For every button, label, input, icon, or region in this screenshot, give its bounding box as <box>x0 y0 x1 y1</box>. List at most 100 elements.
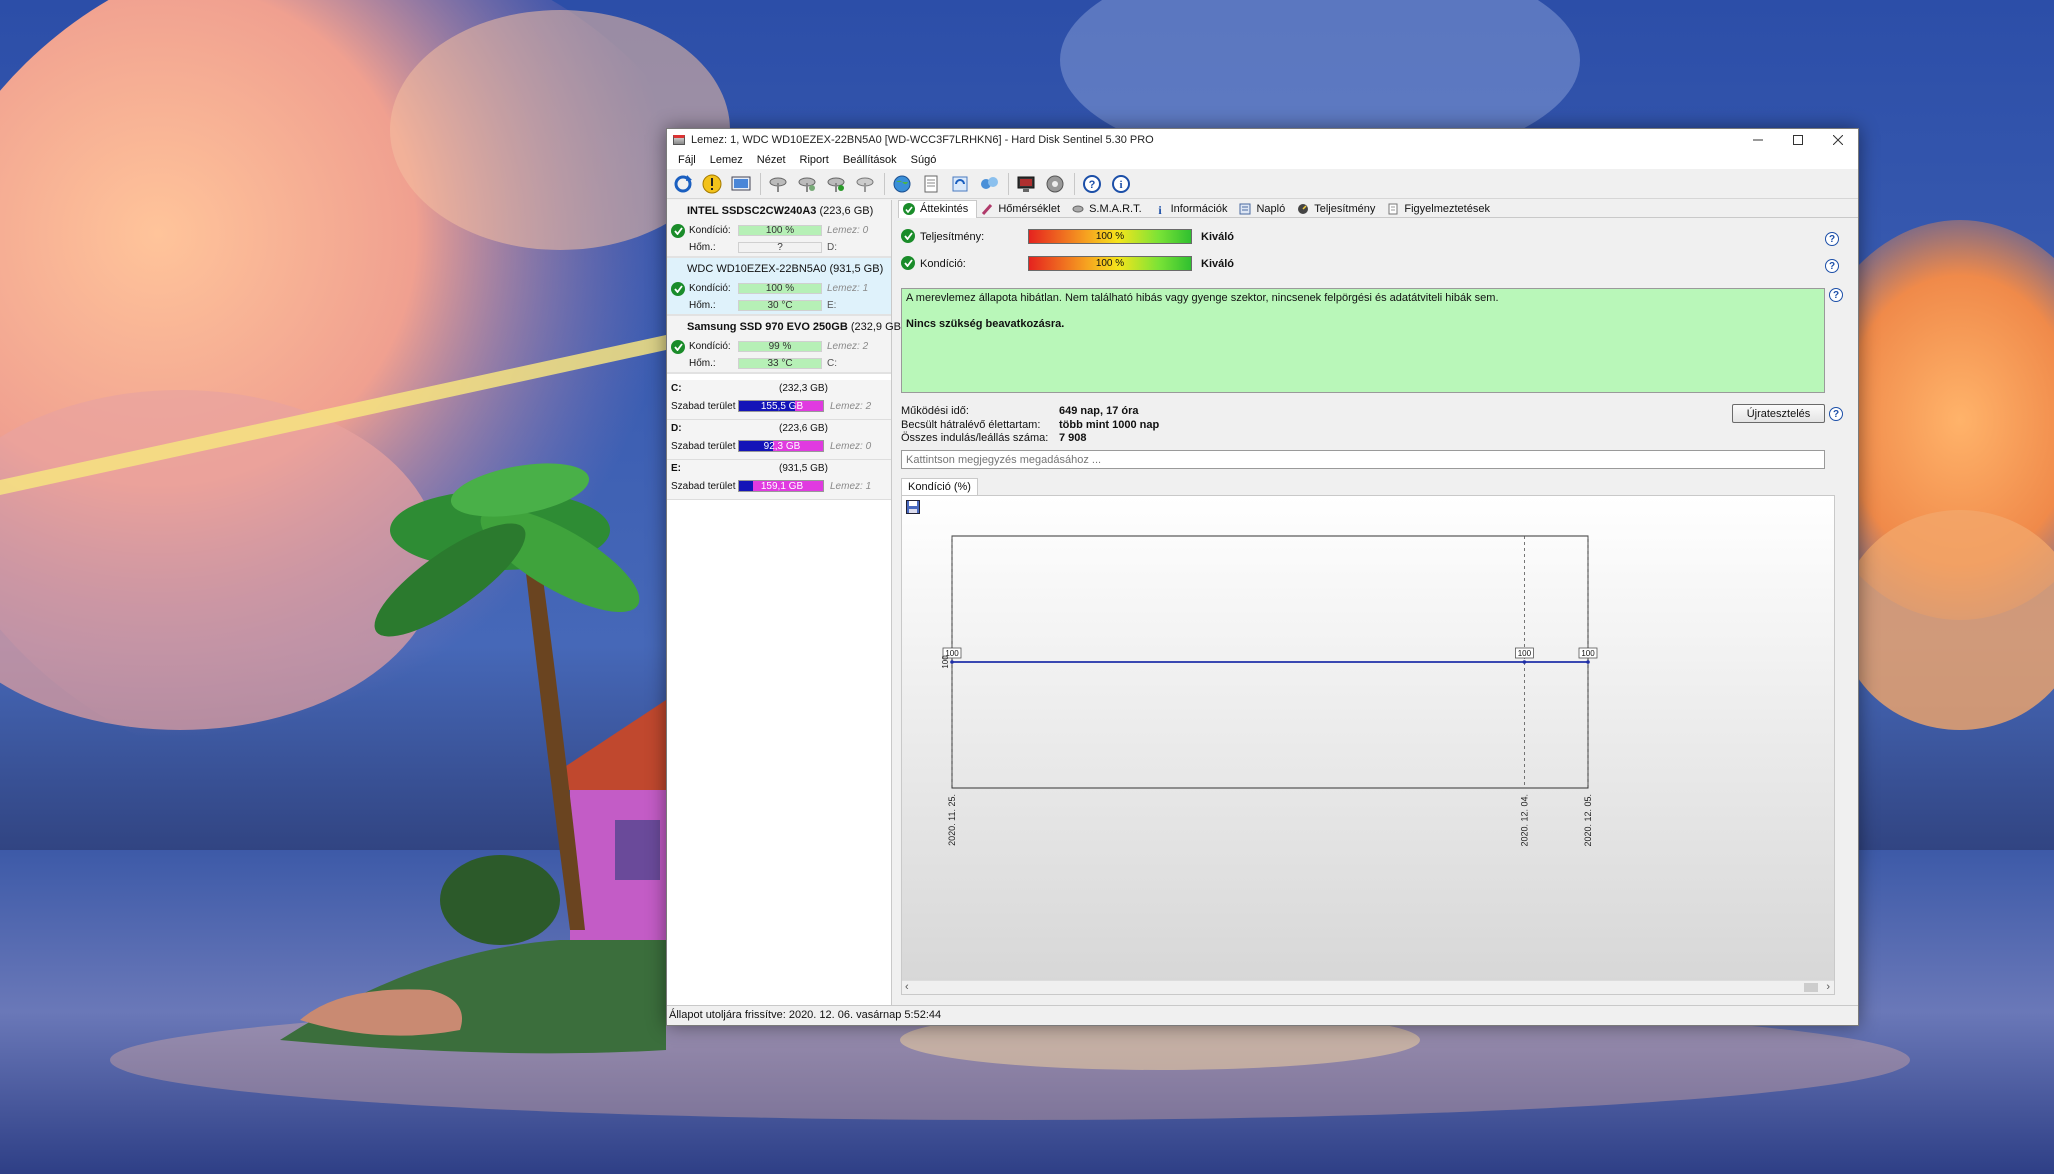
toolbar-separator <box>1008 172 1009 195</box>
check-icon <box>671 340 685 354</box>
volume-letter: D: <box>671 423 682 434</box>
disk-title: Samsung SSD 970 EVO 250GB (232,9 GB) <box>687 321 905 333</box>
volume-disk-ref: Lemez: 1 <box>830 481 872 492</box>
free-space-label: Szabad terület <box>671 481 736 492</box>
svg-text:?: ? <box>1089 179 1096 191</box>
globe-icon <box>893 175 911 192</box>
volume-item-e[interactable]: E: (931,5 GB) Szabad terület 159,1 GB Le… <box>667 460 891 500</box>
health-bar: 99 % <box>738 341 822 352</box>
volume-item-c[interactable]: C: (232,3 GB) Szabad terület 155,5 GB Le… <box>667 380 891 420</box>
help-icon[interactable]: ? <box>1825 232 1839 246</box>
warning-icon <box>702 174 722 193</box>
horizontal-scrollbar[interactable]: ‹ › <box>902 980 1834 994</box>
alert-button[interactable] <box>700 172 724 196</box>
tab-log[interactable]: Napló <box>1235 200 1293 218</box>
hard-disk-sentinel-window: Lemez: 1, WDC WD10EZEX-22BN5A0 [WD-WCC3F… <box>666 128 1859 1026</box>
menu-file[interactable]: Fájl <box>671 154 703 166</box>
disk-ref: Lemez: 0 <box>827 225 869 236</box>
help-icon[interactable]: ? <box>1829 288 1843 302</box>
health-label: Kondíció: <box>689 225 731 236</box>
title-bar[interactable]: Lemez: 1, WDC WD10EZEX-22BN5A0 [WD-WCC3F… <box>667 129 1858 151</box>
disk-item-wdc[interactable]: WDC WD10EZEX-22BN5A0 (931,5 GB) Kondíció… <box>667 258 891 316</box>
network-button[interactable] <box>977 172 1001 196</box>
surface-test-button[interactable] <box>795 172 819 196</box>
performance-rating: Kiváló <box>1201 231 1235 243</box>
performance-bar: 100 % <box>1028 229 1192 244</box>
minimize-button[interactable] <box>1738 129 1778 151</box>
volume-size: (232,3 GB) <box>779 383 828 394</box>
data-point <box>950 660 954 664</box>
volume-size: (223,6 GB) <box>779 423 828 434</box>
health-chart: 100 2020. 11. 25. 100 2020. 12. 04. 100 2020.… <box>941 535 1598 847</box>
close-button[interactable] <box>1818 129 1858 151</box>
monitor-icon <box>731 176 751 190</box>
status-bar: Állapot utoljára frissítve: 2020. 12. 06… <box>667 1005 1858 1025</box>
volume-disk-ref: Lemez: 0 <box>830 441 872 452</box>
info-icon: i <box>1154 203 1166 215</box>
disk-check-icon <box>827 177 845 192</box>
disk-test-button[interactable] <box>766 172 790 196</box>
report-button[interactable] <box>729 172 753 196</box>
chart-tab-health[interactable]: Kondíció (%) <box>901 478 978 496</box>
document-icon <box>924 175 938 192</box>
menu-view[interactable]: Nézet <box>750 154 793 166</box>
about-button[interactable]: i <box>1109 172 1133 196</box>
free-space-label: Szabad terület <box>671 441 736 452</box>
help-button[interactable]: ? <box>1080 172 1104 196</box>
disk-list-panel: INTEL SSDSC2CW240A3 (223,6 GB) Kondíció:… <box>667 200 905 1005</box>
disk-title: WDC WD10EZEX-22BN5A0 (931,5 GB) <box>687 263 883 275</box>
save-chart-button[interactable] <box>906 500 920 517</box>
menu-disk[interactable]: Lemez <box>703 154 750 166</box>
scroll-thumb[interactable] <box>1804 983 1818 992</box>
options-button[interactable] <box>1043 172 1067 196</box>
power-on-label: Működési idő: <box>901 405 969 417</box>
drive-letter: E: <box>827 300 837 311</box>
disk-name: INTEL SSDSC2CW240A3 <box>687 205 817 217</box>
disk-item-intel[interactable]: INTEL SSDSC2CW240A3 (223,6 GB) Kondíció:… <box>667 200 891 258</box>
disk-title: INTEL SSDSC2CW240A3 (223,6 GB) <box>687 205 873 217</box>
tab-overview[interactable]: Áttekintés <box>898 199 978 218</box>
menu-report[interactable]: Riport <box>793 154 836 166</box>
monitor-settings-button[interactable] <box>1014 172 1038 196</box>
scroll-left-icon[interactable]: ‹ <box>905 981 909 993</box>
save-icon <box>906 500 920 514</box>
tab-performance[interactable]: Teljesítmény <box>1293 200 1383 218</box>
menu-help[interactable]: Súgó <box>904 154 944 166</box>
tab-information[interactable]: i Információk <box>1150 200 1236 218</box>
refresh-button[interactable] <box>671 172 695 196</box>
tab-label: Napló <box>1256 202 1286 215</box>
data-point <box>1586 660 1590 664</box>
note-input[interactable] <box>901 450 1825 469</box>
check-icon <box>671 224 685 238</box>
svg-text:i: i <box>1119 179 1122 191</box>
disk-size: (223,6 GB) <box>819 205 874 217</box>
disk-settings-button[interactable] <box>853 172 877 196</box>
volume-letter: C: <box>671 383 682 394</box>
menu-settings[interactable]: Beállítások <box>836 154 904 166</box>
web-button[interactable] <box>890 172 914 196</box>
computer-icon <box>1017 176 1035 192</box>
document-button[interactable] <box>919 172 943 196</box>
performance-icon <box>1297 203 1309 215</box>
x-tick-label: 2020. 12. 05. <box>1583 794 1593 847</box>
scroll-right-icon[interactable]: › <box>1826 981 1830 993</box>
tab-label: Teljesítmény <box>1314 202 1376 215</box>
maximize-button[interactable] <box>1778 129 1818 151</box>
disk-item-samsung[interactable]: Samsung SSD 970 EVO 250GB (232,9 GB) Kon… <box>667 316 905 374</box>
alert-doc-icon <box>1387 203 1399 215</box>
retest-button[interactable]: Újratesztelés <box>1732 404 1825 423</box>
help-icon[interactable]: ? <box>1825 259 1839 273</box>
disk-name: Samsung SSD 970 EVO 250GB <box>687 321 848 333</box>
tab-temperature[interactable]: Hőmérséklet <box>977 200 1068 218</box>
volume-item-d[interactable]: D: (223,6 GB) Szabad terület 92,3 GB Lem… <box>667 420 891 460</box>
toolbar-separator <box>1074 172 1075 195</box>
status-action: Nincs szükség beavatkozásra. <box>906 318 1065 330</box>
tab-alerts[interactable]: Figyelmeztetések <box>1383 200 1498 218</box>
tab-smart[interactable]: S.M.A.R.T. <box>1068 200 1150 218</box>
disk-ok-button[interactable] <box>824 172 848 196</box>
help-icon[interactable]: ? <box>1829 407 1843 421</box>
x-tick-label: 2020. 12. 04. <box>1519 794 1529 847</box>
menu-bar: Fájl Lemez Nézet Riport Beállítások Súgó <box>667 151 1858 169</box>
sync-button[interactable] <box>948 172 972 196</box>
svg-text:i: i <box>1158 203 1162 215</box>
